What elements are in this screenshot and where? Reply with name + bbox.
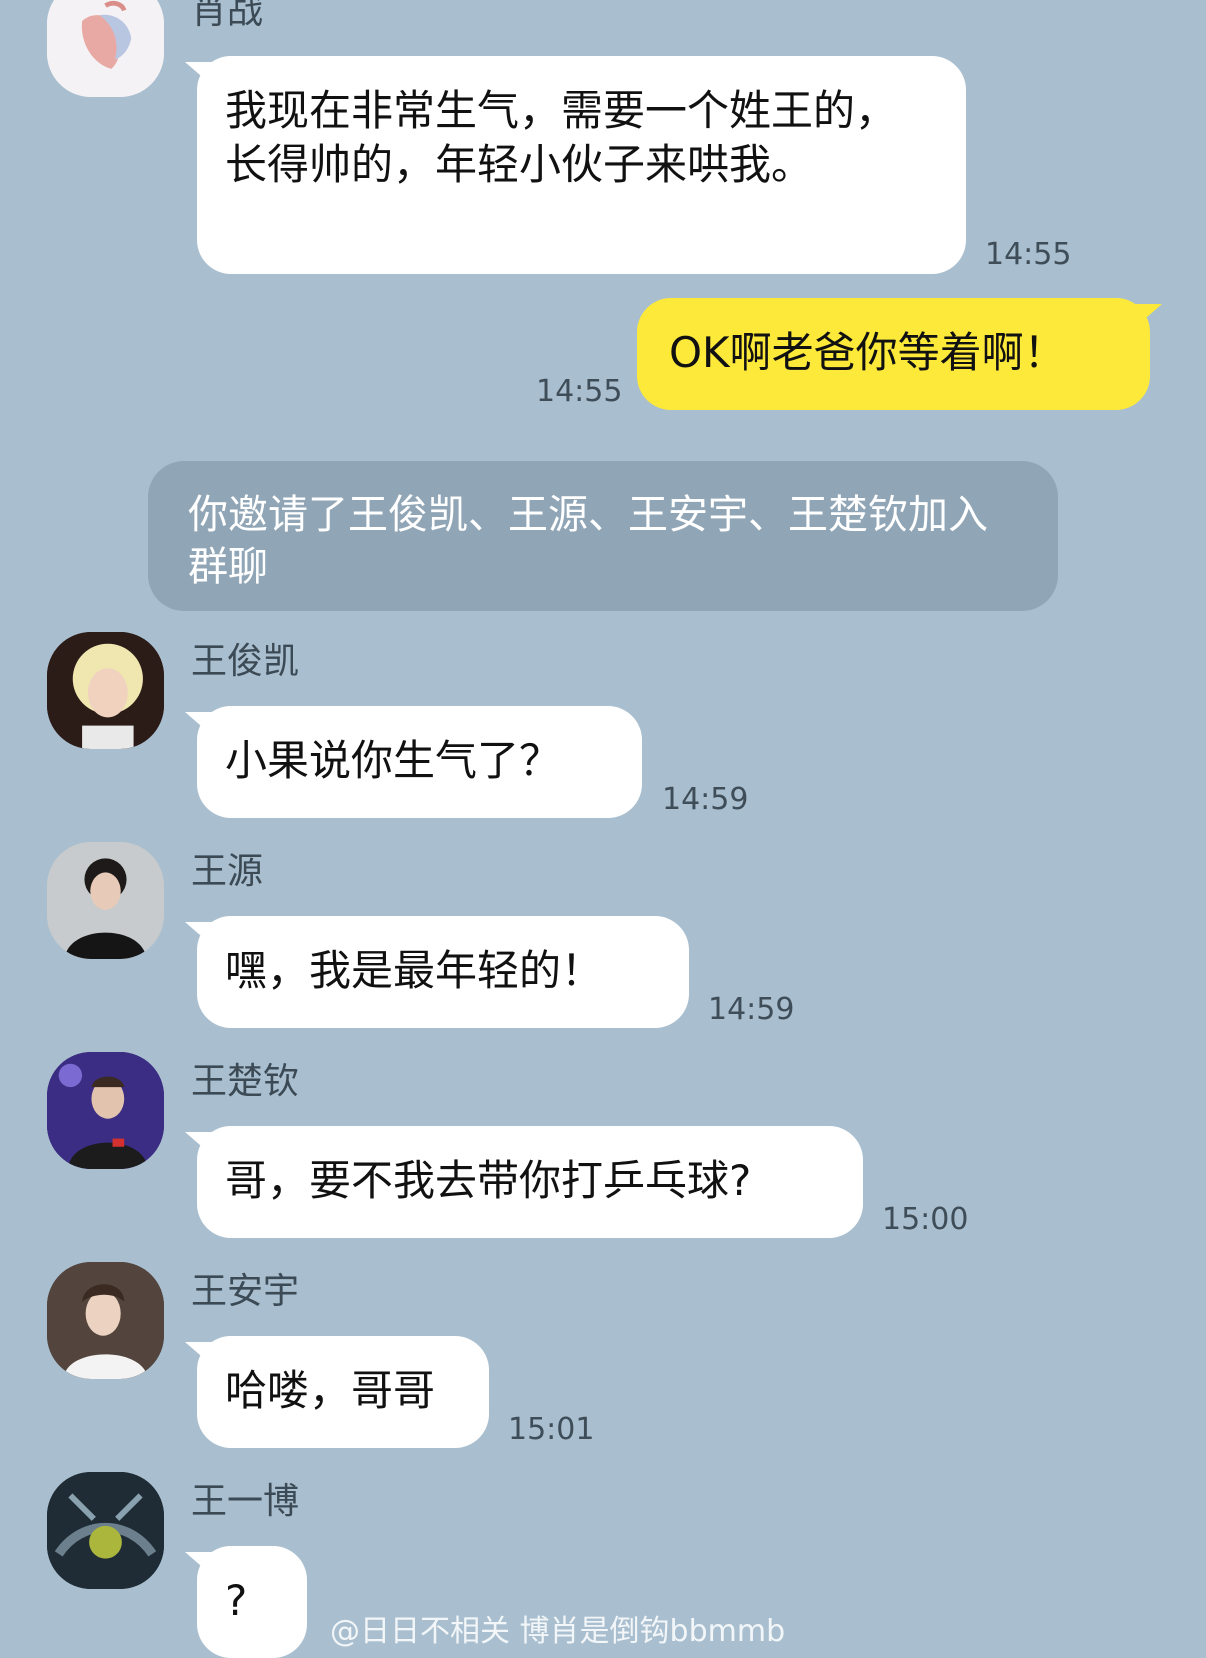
message-text: OK啊老爸你等着啊！ [669, 328, 1066, 377]
profile-photo-icon [47, 1472, 164, 1589]
heart-artwork-avatar-icon [47, 0, 164, 97]
watermark-text: @日日不相关 博肖是倒钩bbmmb [330, 1614, 786, 1649]
message-time: 14:59 [708, 992, 795, 1027]
message-bubble[interactable]: 嘿，我是最年轻的！ [197, 916, 689, 1028]
profile-photo-icon [47, 632, 164, 749]
avatar[interactable] [47, 632, 164, 749]
message-bubble[interactable]: 小果说你生气了？ [197, 706, 642, 818]
message-text: 嘿，我是最年轻的！ [225, 946, 604, 995]
message-time: 14:55 [985, 237, 1072, 272]
sender-name: 肖战 [191, 0, 264, 32]
profile-photo-icon [47, 1262, 164, 1379]
system-notice-text: 你邀请了王俊凯、王源、王安宇、王楚钦加入群聊 [188, 492, 988, 590]
sender-name: 王一博 [191, 1481, 300, 1522]
message-text: 小果说你生气了？ [225, 736, 562, 785]
outgoing-message-bubble[interactable]: OK啊老爸你等着啊！ [637, 298, 1150, 410]
avatar[interactable] [47, 1262, 164, 1379]
message-text: ? [225, 1576, 248, 1625]
message-bubble[interactable]: 哥，要不我去带你打乒乓球? [197, 1126, 863, 1238]
avatar[interactable] [47, 0, 164, 97]
system-notice: 你邀请了王俊凯、王源、王安宇、王楚钦加入群聊 [148, 461, 1058, 611]
sender-name: 王俊凯 [191, 641, 300, 682]
message-time: 14:55 [536, 374, 623, 409]
profile-photo-icon [47, 1052, 164, 1169]
message-time: 14:59 [662, 782, 749, 817]
sender-name: 王楚钦 [191, 1061, 300, 1102]
avatar[interactable] [47, 1472, 164, 1589]
message-text: 我现在非常生气，需要一个姓王的，长得帅的，年轻小伙子来哄我。 [225, 86, 898, 189]
message-time: 15:00 [882, 1202, 969, 1237]
sender-name: 王源 [191, 851, 264, 892]
message-text: 哈喽，哥哥 [225, 1366, 436, 1415]
sender-name: 王安宇 [191, 1271, 300, 1312]
message-bubble[interactable]: 哈喽，哥哥 [197, 1336, 489, 1448]
message-text: 哥，要不我去带你打乒乓球? [225, 1156, 752, 1205]
avatar[interactable] [47, 1052, 164, 1169]
message-bubble[interactable]: ? [197, 1546, 307, 1658]
message-time: 15:01 [508, 1412, 595, 1447]
message-bubble[interactable]: 我现在非常生气，需要一个姓王的，长得帅的，年轻小伙子来哄我。 [197, 56, 966, 274]
profile-photo-icon [47, 842, 164, 959]
avatar[interactable] [47, 842, 164, 959]
